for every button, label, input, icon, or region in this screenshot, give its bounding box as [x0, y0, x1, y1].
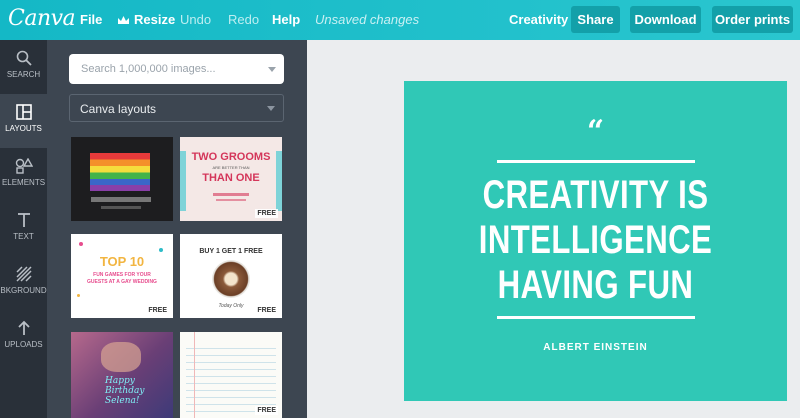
chevron-down-icon: [267, 106, 275, 111]
rail-label-text: TEXT: [13, 232, 34, 241]
left-rail: SEARCH LAYOUTS ELEMENTS TEXT BKGROUND UP…: [0, 40, 47, 418]
thumbnail-caption: [91, 197, 151, 202]
resize-menu[interactable]: Resize: [117, 12, 175, 27]
chevron-down-icon[interactable]: [268, 67, 276, 72]
layout-thumbnail-6[interactable]: FREE: [180, 332, 282, 418]
rail-label-background: BKGROUND: [0, 286, 47, 295]
quote-mark[interactable]: “: [404, 117, 787, 147]
resize-label: Resize: [134, 12, 176, 27]
confetti-dots: [77, 294, 80, 297]
order-prints-button[interactable]: Order prints: [712, 6, 793, 33]
free-badge: FREE: [255, 306, 278, 315]
layout-thumbnail-2[interactable]: TWO GROOMS ARE BETTER THAN THAN ONE FREE: [180, 137, 282, 221]
rail-label-uploads: UPLOADS: [4, 340, 43, 349]
thumbnail-details: [213, 193, 249, 196]
divider-bottom[interactable]: [497, 316, 695, 319]
image-search-input[interactable]: Search 1,000,000 images...: [69, 54, 284, 84]
search-icon: [16, 50, 32, 66]
quote-headline[interactable]: CREATIVITY IS INTELLIGENCE HAVING FUN: [446, 173, 745, 308]
rail-text[interactable]: TEXT: [0, 202, 47, 256]
download-button[interactable]: Download: [630, 6, 701, 33]
thumbnail-title: BUY 1 GET 1 FREE: [199, 248, 263, 255]
headline-line-2: INTELLIGENCE: [478, 218, 713, 262]
help-menu[interactable]: Help: [272, 12, 300, 27]
save-status: Unsaved changes: [315, 12, 420, 27]
free-badge: FREE: [146, 306, 169, 315]
layouts-icon: [15, 104, 32, 120]
layout-thumbnail-4[interactable]: BUY 1 GET 1 FREE Today Only FREE: [180, 234, 282, 318]
thumbnail-title-2: THAN ONE: [202, 172, 260, 184]
headline-line-1: CREATIVITY IS: [482, 173, 709, 217]
rail-elements[interactable]: ELEMENTS: [0, 148, 47, 202]
rail-label-layouts: LAYOUTS: [5, 124, 42, 133]
thumbnail-title: TWO GROOMS: [191, 151, 271, 163]
thumbnail-subtitle: ARE BETTER THAN: [212, 165, 250, 170]
headline-line-3: HAVING FUN: [497, 263, 694, 307]
layouts-dropdown-value: Canva layouts: [80, 102, 157, 116]
friends-photo: [101, 342, 141, 372]
rail-label-search: SEARCH: [6, 70, 41, 79]
crown-icon: [118, 16, 129, 24]
canva-logo[interactable]: Canva: [8, 6, 76, 31]
rail-layouts[interactable]: LAYOUTS: [0, 94, 47, 148]
file-menu[interactable]: File: [80, 12, 102, 27]
layout-thumbnail-3[interactable]: TOP 10 FUN GAMES FOR YOUR GUESTS AT A GA…: [71, 234, 173, 318]
background-icon: [15, 266, 32, 282]
rail-background[interactable]: BKGROUND: [0, 256, 47, 310]
layouts-panel: Search 1,000,000 images... Canva layouts…: [47, 40, 307, 418]
confetti-dots: [79, 242, 83, 246]
coffee-cup-image: [212, 260, 250, 298]
text-icon: [17, 213, 30, 227]
divider-top[interactable]: [497, 160, 695, 163]
top-bar: Canva File Resize Undo Redo Help Unsaved…: [0, 0, 800, 40]
thumbnail-caption: [101, 206, 141, 209]
confetti-dots: [159, 248, 163, 252]
layouts-dropdown[interactable]: Canva layouts: [69, 94, 284, 122]
thumbnail-title: Happy Birthday Selena!: [105, 376, 145, 406]
elements-icon: [15, 158, 33, 174]
letter-margin: [194, 332, 195, 418]
upload-icon: [17, 320, 30, 335]
rainbow-flag-image: [90, 153, 150, 191]
search-placeholder: Search 1,000,000 images...: [81, 63, 216, 75]
thumbnail-details: [216, 199, 246, 201]
free-badge: FREE: [255, 406, 278, 415]
design-canvas[interactable]: “ CREATIVITY IS INTELLIGENCE HAVING FUN …: [404, 81, 787, 401]
redo-button[interactable]: Redo: [228, 12, 259, 27]
free-badge: FREE: [255, 209, 278, 218]
thumbnail-subtitle: FUN GAMES FOR YOUR GUESTS AT A GAY WEDDI…: [87, 272, 157, 285]
share-button[interactable]: Share: [571, 6, 620, 33]
rail-uploads[interactable]: UPLOADS: [0, 310, 47, 364]
rail-label-elements: ELEMENTS: [1, 178, 46, 187]
quote-author[interactable]: ALBERT EINSTEIN: [404, 342, 787, 353]
design-title[interactable]: Creativity: [509, 12, 568, 27]
letter-lines: [186, 342, 276, 412]
undo-button[interactable]: Undo: [180, 12, 211, 27]
rail-search[interactable]: SEARCH: [0, 40, 47, 94]
layout-thumbnail-1[interactable]: [71, 137, 173, 221]
thumbnail-title: TOP 10: [99, 254, 145, 269]
layout-thumbnail-5[interactable]: Happy Birthday Selena!: [71, 332, 173, 418]
